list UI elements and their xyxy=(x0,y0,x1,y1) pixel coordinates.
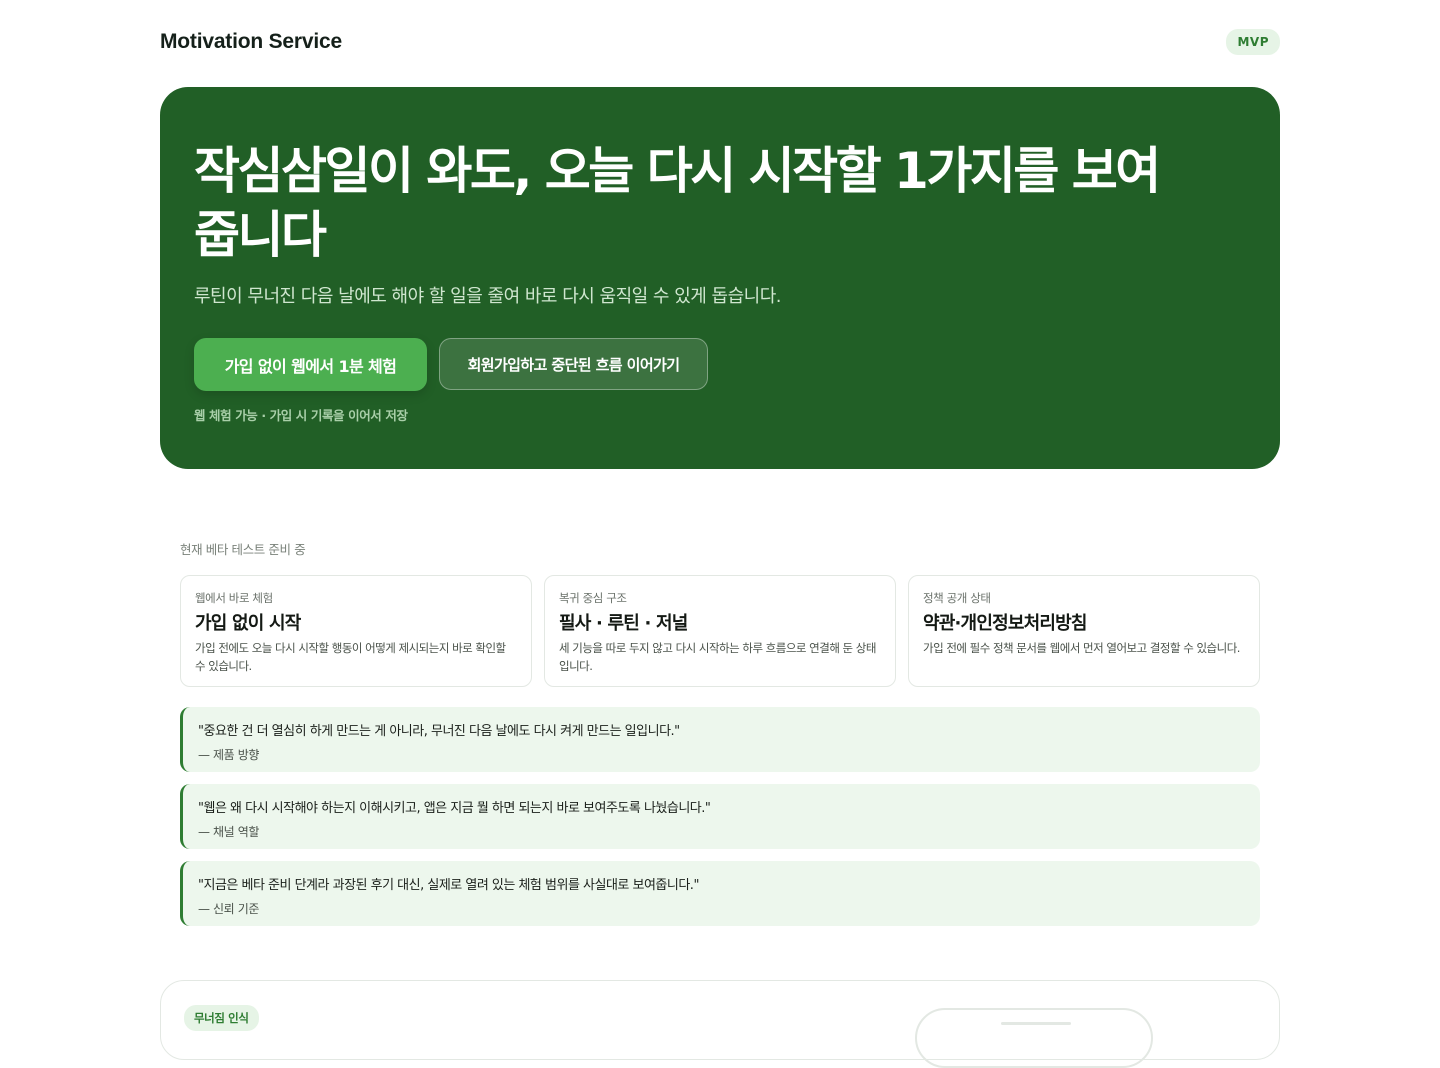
feature-card: 복귀 중심 구조 필사 · 루틴 · 저널 세 기능을 따로 두지 않고 다시 … xyxy=(544,575,896,687)
beta-status-label: 현재 베타 테스트 준비 중 xyxy=(180,542,306,557)
site-header: Motivation Service MVP xyxy=(160,24,1280,60)
hero-section: 작심삼일이 와도, 오늘 다시 시작할 1가지를 보여줍니다 루틴이 무너진 다… xyxy=(160,87,1280,469)
quote-block: "지금은 베타 준비 단계라 과장된 후기 대신, 실제로 열려 있는 체험 범… xyxy=(180,861,1260,926)
section-badge: 무너짐 인식 xyxy=(184,1005,259,1031)
hero-note: 웹 체험 가능 · 가입 시 기록을 이어서 저장 xyxy=(194,408,408,423)
card-kicker: 정책 공개 상태 xyxy=(923,591,991,605)
card-kicker: 웹에서 바로 체험 xyxy=(195,591,273,605)
signup-continue-button[interactable]: 회원가입하고 중단된 흐름 이어가기 xyxy=(439,338,708,390)
quote-text: "중요한 건 더 열심히 하게 만드는 게 아니라, 무너진 다음 날에도 다시… xyxy=(198,724,680,739)
card-description: 가입 전에 필수 정책 문서를 웹에서 먼저 열어보고 결정할 수 있습니다. xyxy=(923,641,1240,655)
card-title: 약관·개인정보처리방침 xyxy=(923,613,1087,634)
card-title: 필사 · 루틴 · 저널 xyxy=(559,613,688,634)
feature-cards: 웹에서 바로 체험 가입 없이 시작 가입 전에도 오늘 다시 시작할 행동이 … xyxy=(180,575,1260,687)
feature-card: 웹에서 바로 체험 가입 없이 시작 가입 전에도 오늘 다시 시작할 행동이 … xyxy=(180,575,532,687)
card-description: 가입 전에도 오늘 다시 시작할 행동이 어떻게 제시되는지 바로 확인할 수 … xyxy=(195,641,506,673)
quote-source: — 신뢰 기준 xyxy=(198,902,259,916)
quote-block: "웹은 왜 다시 시작해야 하는지 이해시키고, 앱은 지금 뭘 하면 되는지 … xyxy=(180,784,1260,849)
quote-source: — 채널 역할 xyxy=(198,825,259,839)
card-title: 가입 없이 시작 xyxy=(195,613,301,634)
quote-block: "중요한 건 더 열심히 하게 만드는 게 아니라, 무너진 다음 날에도 다시… xyxy=(180,707,1260,772)
phone-mockup xyxy=(915,1008,1153,1068)
mvp-badge: MVP xyxy=(1226,29,1280,55)
hero-subtitle: 루틴이 무너진 다음 날에도 해야 할 일을 줄여 바로 다시 움직일 수 있게… xyxy=(194,286,782,307)
brand-logo-text[interactable]: Motivation Service xyxy=(160,30,342,54)
hero-title: 작심삼일이 와도, 오늘 다시 시작할 1가지를 보여줍니다 xyxy=(194,142,1161,264)
collapse-awareness-section: 무너짐 인식 xyxy=(160,980,1280,1068)
quote-text: "지금은 베타 준비 단계라 과장된 후기 대신, 실제로 열려 있는 체험 범… xyxy=(198,878,699,893)
feature-card: 정책 공개 상태 약관·개인정보처리방침 가입 전에 필수 정책 문서를 웹에서… xyxy=(908,575,1260,687)
try-without-signup-button[interactable]: 가입 없이 웹에서 1분 체험 xyxy=(194,338,427,391)
quote-text: "웹은 왜 다시 시작해야 하는지 이해시키고, 앱은 지금 뭘 하면 되는지 … xyxy=(198,801,711,816)
quote-source: — 제품 방향 xyxy=(198,748,259,762)
card-description: 세 기능을 따로 두지 않고 다시 시작하는 하루 흐름으로 연결해 둔 상태입… xyxy=(559,641,876,673)
card-kicker: 복귀 중심 구조 xyxy=(559,591,627,605)
